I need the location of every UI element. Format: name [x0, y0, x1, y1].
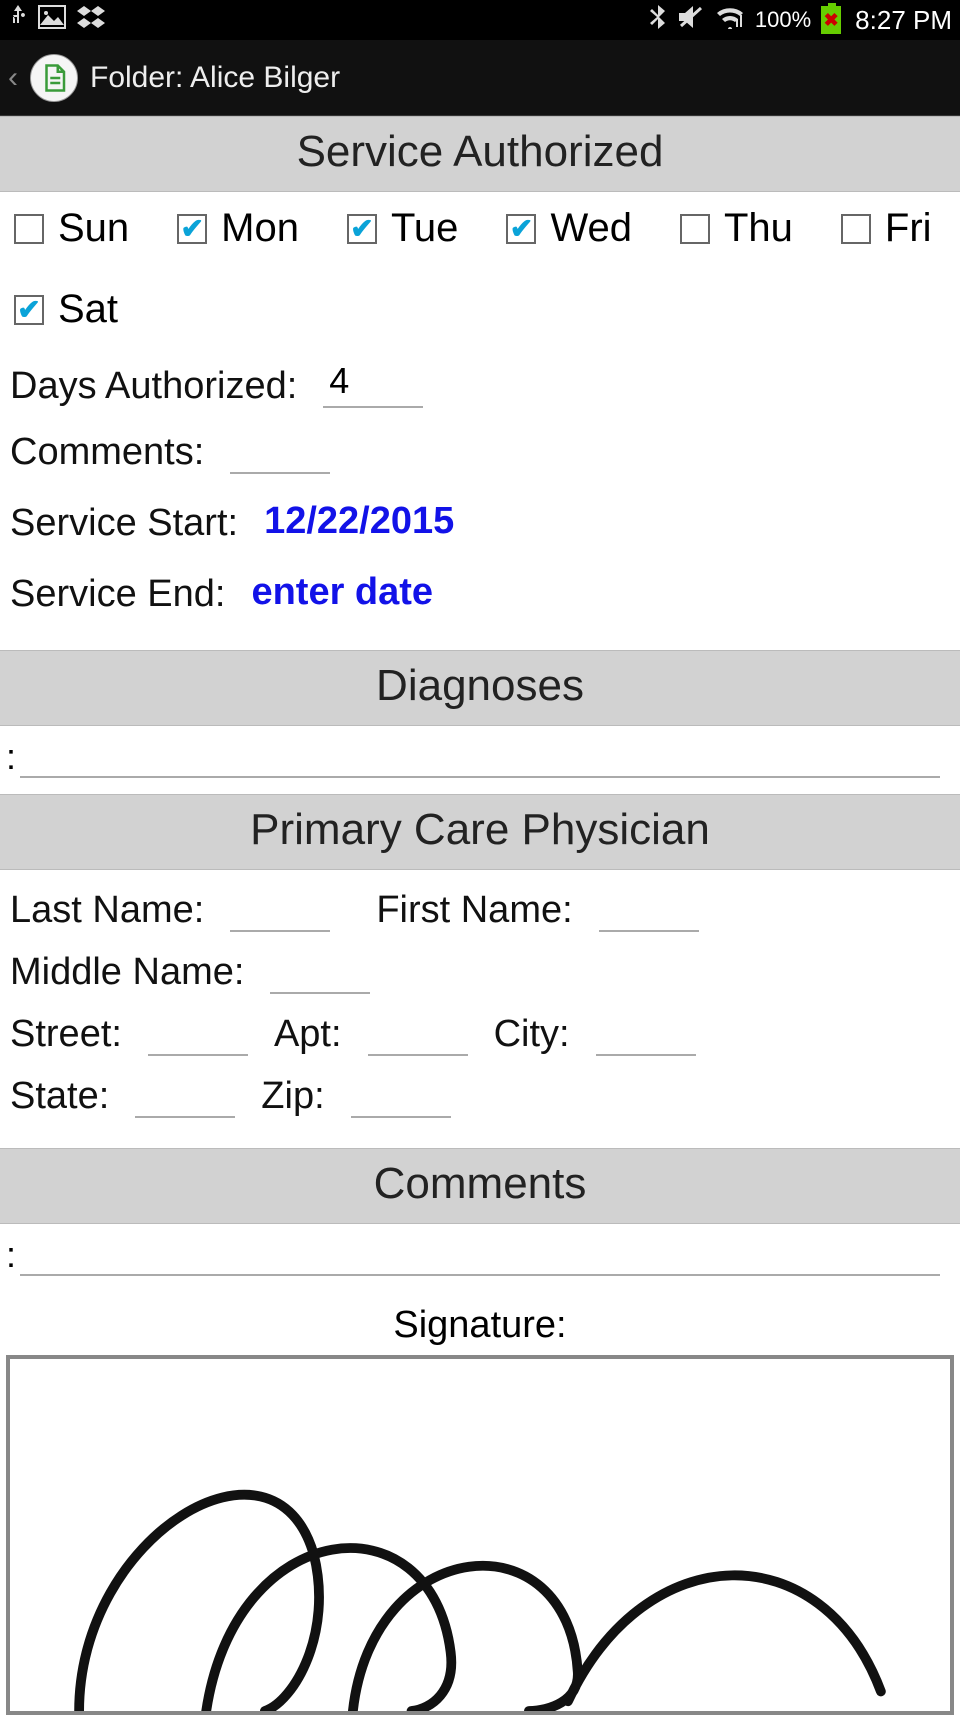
diagnoses-input[interactable]: [20, 730, 940, 778]
checkbox-tue[interactable]: [347, 214, 377, 244]
service-start-label: Service Start:: [10, 502, 238, 545]
usb-icon: [8, 3, 28, 38]
checkbox-sun[interactable]: [14, 214, 44, 244]
pcp-street-label: Street:: [10, 1013, 122, 1056]
day-label: Thu: [724, 206, 793, 251]
status-time: 8:27 PM: [855, 5, 952, 36]
comments-input[interactable]: [20, 1228, 940, 1276]
pcp-apt-label: Apt:: [274, 1013, 342, 1056]
day-label: Sun: [58, 206, 129, 251]
day-mon[interactable]: Mon: [177, 206, 299, 251]
day-wed[interactable]: Wed: [506, 206, 632, 251]
diagnoses-prefix: :: [6, 736, 16, 778]
bluetooth-icon: [649, 3, 667, 38]
app-bar: ‹ Folder: Alice Bilger: [0, 40, 960, 116]
wifi-icon: [715, 5, 745, 36]
day-label: Sat: [58, 287, 118, 332]
signature-pad[interactable]: [6, 1355, 954, 1715]
day-tue[interactable]: Tue: [347, 206, 458, 251]
day-label: Tue: [391, 206, 458, 251]
checkbox-fri[interactable]: [841, 214, 871, 244]
signature-label: Signature:: [0, 1292, 960, 1355]
checkbox-mon[interactable]: [177, 214, 207, 244]
pcp-city-label: City:: [494, 1013, 570, 1056]
pcp-state-label: State:: [10, 1075, 109, 1118]
days-row: Sun Mon Tue Wed Thu Fri Sat: [10, 200, 950, 350]
day-thu[interactable]: Thu: [680, 206, 793, 251]
page-title: Folder: Alice Bilger: [90, 61, 340, 95]
day-label: Mon: [221, 206, 299, 251]
pcp-city-input[interactable]: [596, 1008, 696, 1056]
comments-prefix: :: [6, 1234, 16, 1276]
checkbox-thu[interactable]: [680, 214, 710, 244]
status-bar: 100% ✖ 8:27 PM: [0, 0, 960, 40]
mute-icon: [677, 4, 705, 37]
pcp-middle-name-input[interactable]: [270, 946, 370, 994]
pcp-first-name-label: First Name:: [376, 889, 572, 932]
pcp-zip-label: Zip:: [261, 1075, 324, 1118]
pcp-state-input[interactable]: [135, 1070, 235, 1118]
pcp-last-name-input[interactable]: [230, 884, 330, 932]
pcp-zip-input[interactable]: [351, 1070, 451, 1118]
sa-comments-input[interactable]: [230, 426, 330, 474]
battery-percent: 100%: [755, 7, 811, 33]
section-pcp-header: Primary Care Physician: [0, 794, 960, 870]
day-label: Fri: [885, 206, 932, 251]
days-authorized-input[interactable]: [323, 360, 423, 408]
section-diagnoses-header: Diagnoses: [0, 650, 960, 726]
service-start-value[interactable]: 12/22/2015: [264, 500, 454, 545]
battery-icon: ✖: [821, 6, 841, 34]
pcp-middle-name-label: Middle Name:: [10, 951, 244, 994]
days-authorized-label: Days Authorized:: [10, 365, 297, 408]
image-icon: [38, 5, 66, 36]
day-sat[interactable]: Sat: [14, 287, 118, 332]
section-service-authorized-header: Service Authorized: [0, 116, 960, 192]
day-label: Wed: [550, 206, 632, 251]
document-icon[interactable]: [30, 54, 78, 102]
sa-comments-label: Comments:: [10, 431, 204, 474]
service-end-value[interactable]: enter date: [251, 571, 433, 616]
back-icon[interactable]: ‹: [8, 61, 18, 95]
checkbox-wed[interactable]: [506, 214, 536, 244]
checkbox-sat[interactable]: [14, 295, 44, 325]
pcp-street-input[interactable]: [148, 1008, 248, 1056]
dropbox-icon: [76, 4, 106, 37]
service-end-label: Service End:: [10, 573, 225, 616]
section-comments-header: Comments: [0, 1148, 960, 1224]
pcp-apt-input[interactable]: [368, 1008, 468, 1056]
day-fri[interactable]: Fri: [841, 206, 932, 251]
pcp-last-name-label: Last Name:: [10, 889, 204, 932]
pcp-first-name-input[interactable]: [599, 884, 699, 932]
day-sun[interactable]: Sun: [14, 206, 129, 251]
